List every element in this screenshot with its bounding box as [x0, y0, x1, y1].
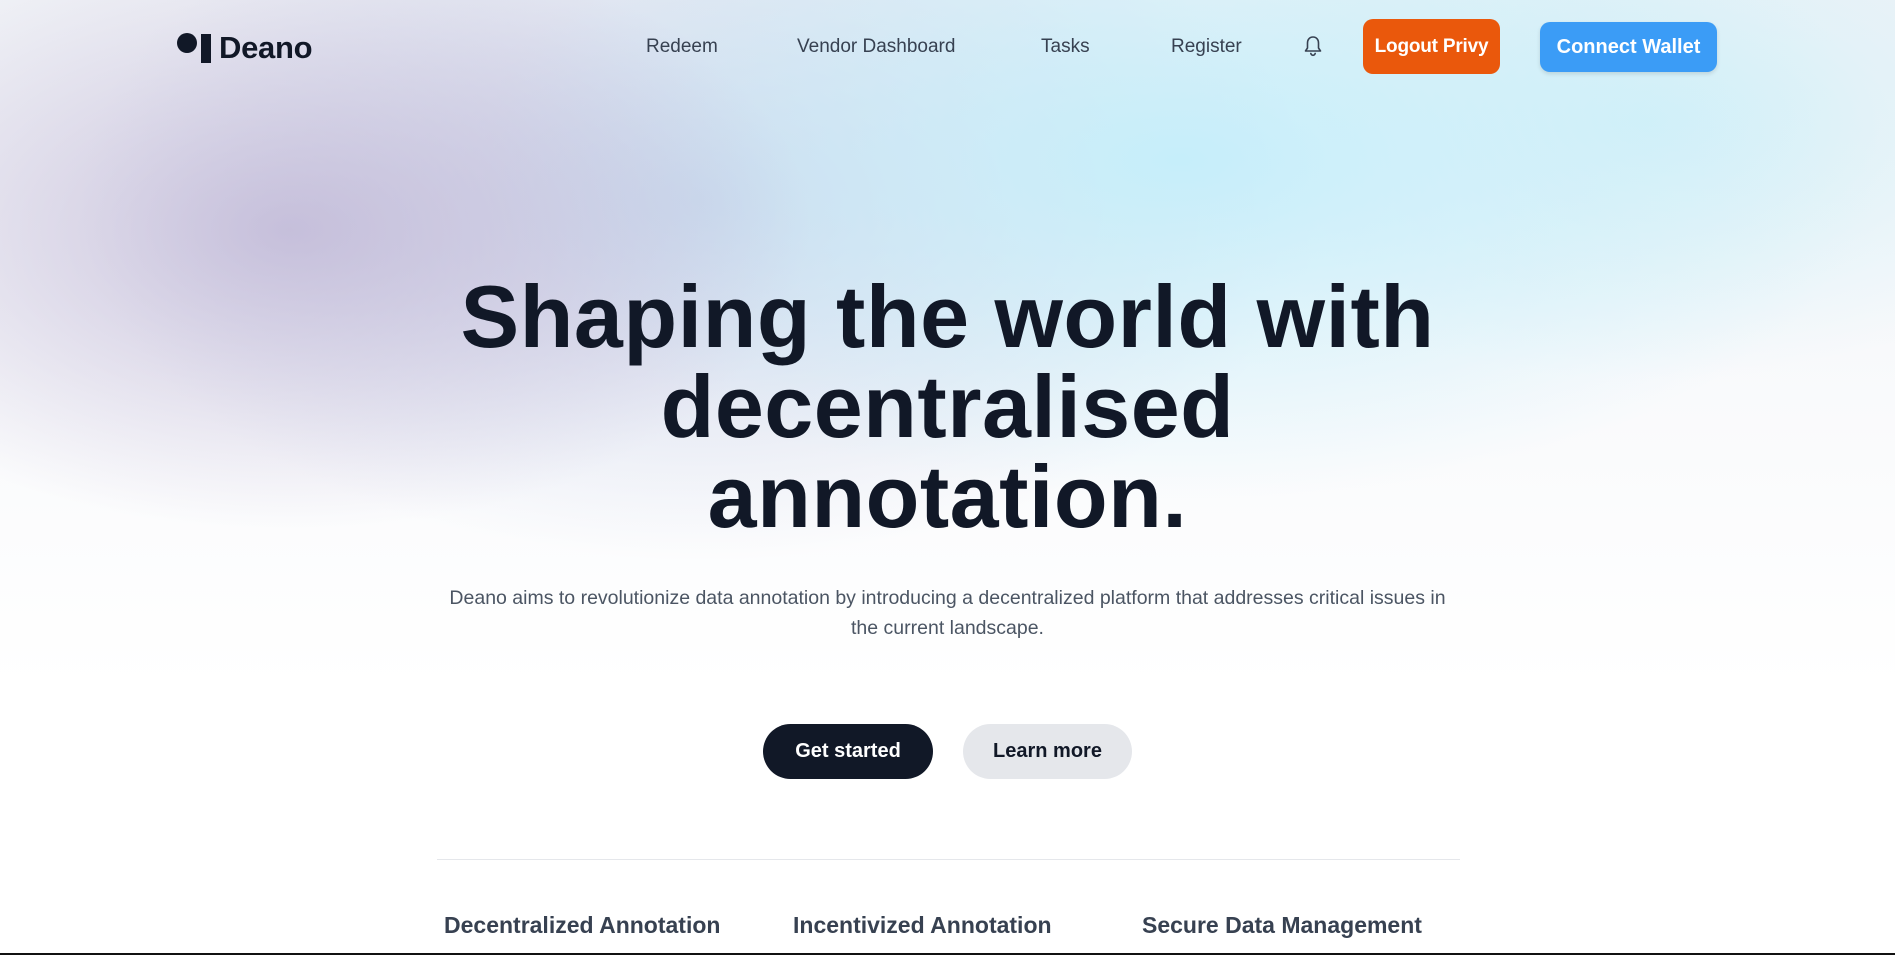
logout-privy-button[interactable]: Logout Privy	[1363, 19, 1500, 74]
hero-subtitle: Deano aims to revolutionize data annotat…	[449, 587, 1446, 639]
hero-cta-group: Get started Learn more	[0, 724, 1895, 779]
features-section: Decentralized Annotation Incentivized An…	[0, 912, 1895, 948]
dot-bar-logo-icon	[177, 33, 211, 63]
nav-link-register[interactable]: Register	[1171, 36, 1242, 58]
site-header: Deano Redeem Vendor Dashboard Tasks Regi…	[0, 18, 1895, 76]
get-started-button[interactable]: Get started	[763, 724, 933, 779]
nav-link-tasks[interactable]: Tasks	[1041, 36, 1090, 58]
landing-page: Deano Redeem Vendor Dashboard Tasks Regi…	[0, 0, 1895, 953]
nav-link-redeem[interactable]: Redeem	[646, 36, 718, 58]
brand-name: Deano	[219, 30, 313, 65]
section-divider	[437, 859, 1460, 860]
hero-title: Shaping the world with decentralised ann…	[0, 272, 1895, 542]
feature-title: Incentivized Annotation	[793, 912, 1052, 938]
hero-title-line: Shaping the world with	[460, 267, 1435, 366]
brand-logo[interactable]: Deano	[177, 30, 313, 66]
nav-link-vendor-dashboard[interactable]: Vendor Dashboard	[797, 36, 955, 58]
feature-title: Secure Data Management	[1142, 912, 1422, 938]
bell-icon[interactable]	[1302, 34, 1324, 58]
hero-title-line: decentralised	[660, 357, 1235, 456]
connect-wallet-button[interactable]: Connect Wallet	[1540, 22, 1717, 72]
hero-title-line: annotation.	[707, 447, 1188, 546]
feature-title: Decentralized Annotation	[444, 912, 721, 938]
learn-more-button[interactable]: Learn more	[963, 724, 1132, 779]
